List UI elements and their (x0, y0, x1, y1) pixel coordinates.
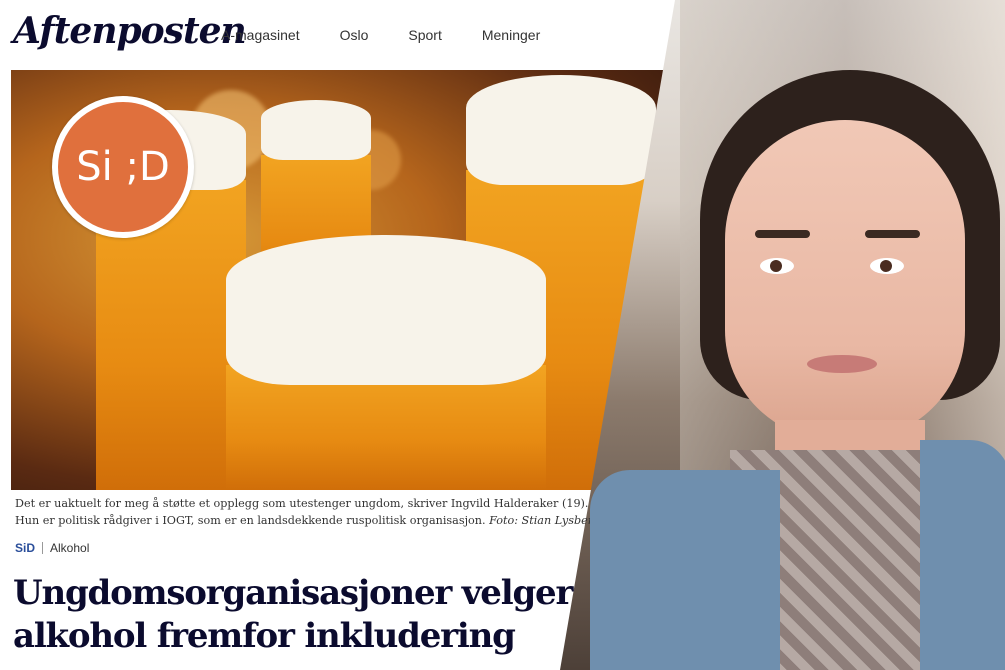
section-tag-sid[interactable]: SiD (15, 541, 35, 555)
topic-tag-alkohol[interactable]: Alkohol (50, 541, 89, 555)
caption-line-2-text: Hun er politisk rådgiver i IOGT, som er … (15, 514, 486, 527)
aftenposten-logo[interactable]: Aftenposten (13, 10, 247, 52)
portrait-brow-left (755, 230, 810, 238)
portrait-lips (807, 355, 877, 373)
tag-separator (42, 542, 44, 554)
nav-item-oslo[interactable]: Oslo (340, 27, 369, 43)
portrait-brow-right (865, 230, 920, 238)
main-nav: A-magasinet Oslo Sport Meninger (221, 27, 580, 43)
portrait-eye-right (870, 258, 904, 274)
portrait-face (725, 120, 965, 440)
sid-badge-text: Si ;D (76, 144, 170, 190)
portrait-denim-vest-right (920, 440, 1005, 670)
caption-line-2: Hun er politisk rådgiver i IOGT, som er … (15, 512, 590, 529)
portrait-eye-left (760, 258, 794, 274)
nav-item-sport[interactable]: Sport (408, 27, 441, 43)
beer-glass-front (226, 235, 546, 490)
headline-line-1: Ungdomsorganisasjoner velger (13, 573, 573, 613)
portrait-denim-vest-left (590, 470, 780, 670)
article-headline[interactable]: Ungdomsorganisasjoner velger alkohol fre… (13, 572, 573, 658)
caption-line-1: Det er uaktuelt for meg å støtte et oppl… (15, 497, 589, 510)
nav-item-a-magasinet[interactable]: A-magasinet (221, 27, 300, 43)
photo-credit: Foto: Stian Lysberg Solum (489, 514, 590, 527)
sid-badge-inner: Si ;D (58, 102, 188, 232)
sid-badge: Si ;D (52, 96, 194, 238)
nav-item-meninger[interactable]: Meninger (482, 27, 540, 43)
article-tags: SiD Alkohol (15, 541, 89, 555)
photo-caption: Det er uaktuelt for meg å støtte et oppl… (15, 495, 590, 529)
headline-line-2: alkohol fremfor inkludering (13, 616, 516, 656)
